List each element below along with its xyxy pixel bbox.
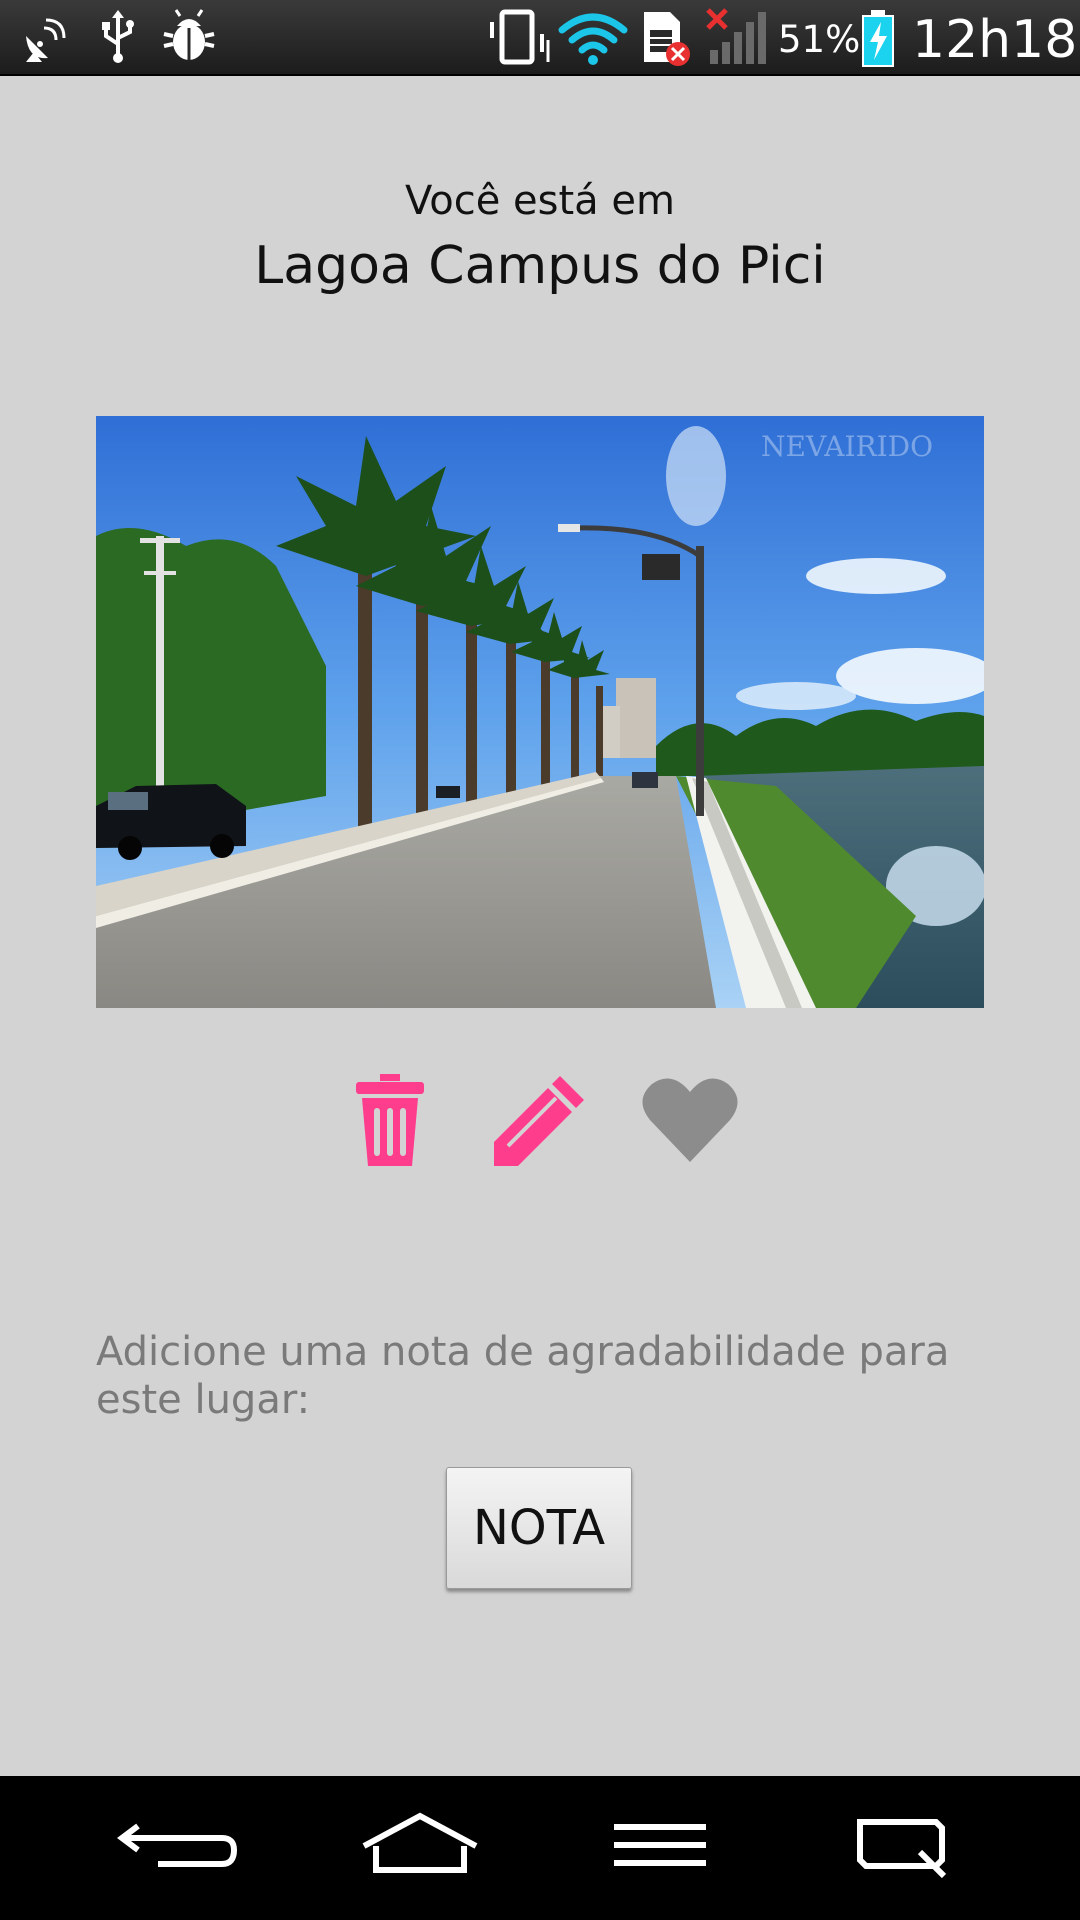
status-bar: 51% 12h18 bbox=[0, 0, 1080, 76]
rating-prompt: Adicione uma nota de agradabilidade para… bbox=[96, 1329, 950, 1423]
sim-error-icon bbox=[644, 12, 690, 66]
location-subtitle: Você está em bbox=[405, 178, 675, 224]
location-title: Lagoa Campus do Pici bbox=[254, 236, 826, 296]
wifi-icon bbox=[558, 13, 628, 65]
favorite-button[interactable] bbox=[640, 1070, 740, 1170]
vibrate-icon bbox=[490, 9, 550, 65]
usb-icon bbox=[102, 10, 134, 63]
navigation-bar bbox=[0, 1776, 1080, 1920]
signal-none-icon bbox=[706, 8, 766, 64]
location-photo: NEVAIRIDO bbox=[96, 416, 984, 1008]
menu-icon bbox=[614, 1824, 706, 1866]
delete-button[interactable] bbox=[340, 1070, 440, 1170]
photo-watermark: NEVAIRIDO bbox=[761, 430, 933, 463]
home-button[interactable] bbox=[350, 1798, 490, 1898]
satellite-dish-icon bbox=[26, 18, 66, 62]
back-icon bbox=[117, 1823, 238, 1867]
back-button[interactable] bbox=[110, 1798, 250, 1898]
qslide-icon bbox=[857, 1819, 947, 1879]
trash-icon bbox=[356, 1074, 424, 1166]
clock: 12h18 bbox=[912, 10, 1078, 70]
battery-charging-icon bbox=[862, 10, 894, 67]
bug-icon bbox=[163, 9, 215, 60]
battery-percent: 51% bbox=[778, 18, 861, 61]
home-icon bbox=[362, 1812, 478, 1873]
pencil-icon bbox=[494, 1076, 584, 1166]
edit-button[interactable] bbox=[490, 1070, 590, 1170]
qslide-button[interactable] bbox=[830, 1798, 970, 1898]
nota-button[interactable]: NOTA bbox=[446, 1467, 632, 1589]
menu-button[interactable] bbox=[590, 1798, 730, 1898]
screen: 51% 12h18 Você está em Lagoa Campus do P… bbox=[0, 0, 1080, 1920]
heart-icon bbox=[642, 1078, 738, 1162]
